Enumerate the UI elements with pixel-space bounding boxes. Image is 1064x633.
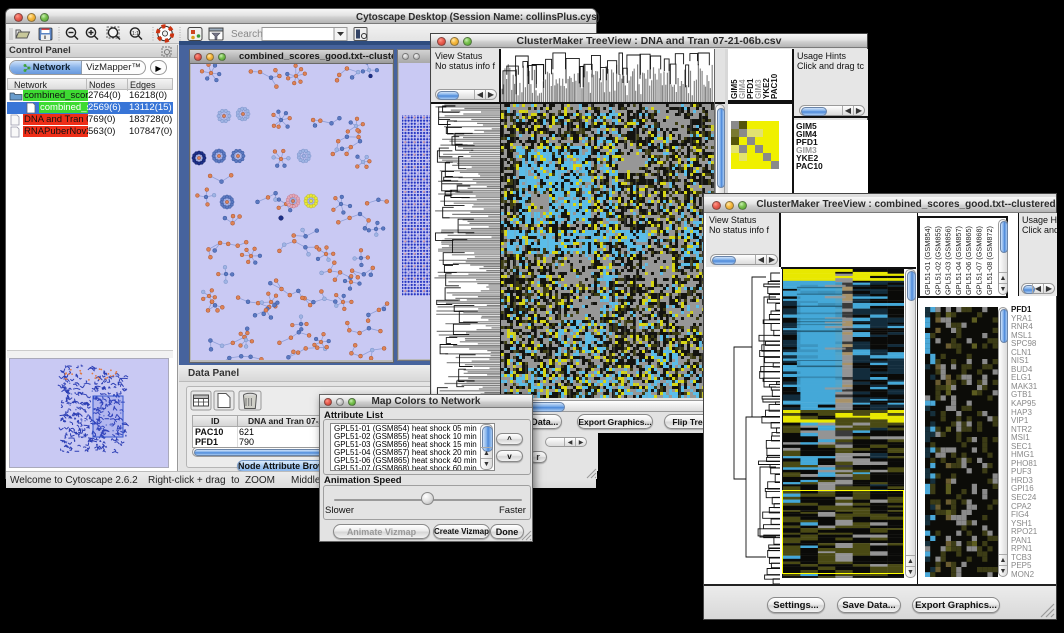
svg-text:GPL51-03 (GSM856): GPL51-03 (GSM856) [944,226,953,295]
svg-text:GPL51-02 (GSM855): GPL51-02 (GSM855) [933,226,942,295]
svg-text:1:1: 1:1 [132,31,139,37]
svg-text:GPL51-01 (GSM854): GPL51-01 (GSM854) [923,226,932,295]
svg-text:GPL51-04 (GSM857): GPL51-04 (GSM857) [954,226,963,295]
svg-text:GPL51-06 (GSM865): GPL51-06 (GSM865) [964,226,973,295]
svg-text:PAC10: PAC10 [770,73,779,99]
svg-text:GPL51-07 (GSM868): GPL51-07 (GSM868) [975,226,984,295]
svg-text:GPL51-08 (GSM872): GPL51-08 (GSM872) [985,226,994,295]
svg-text:Search:: Search: [231,29,265,40]
